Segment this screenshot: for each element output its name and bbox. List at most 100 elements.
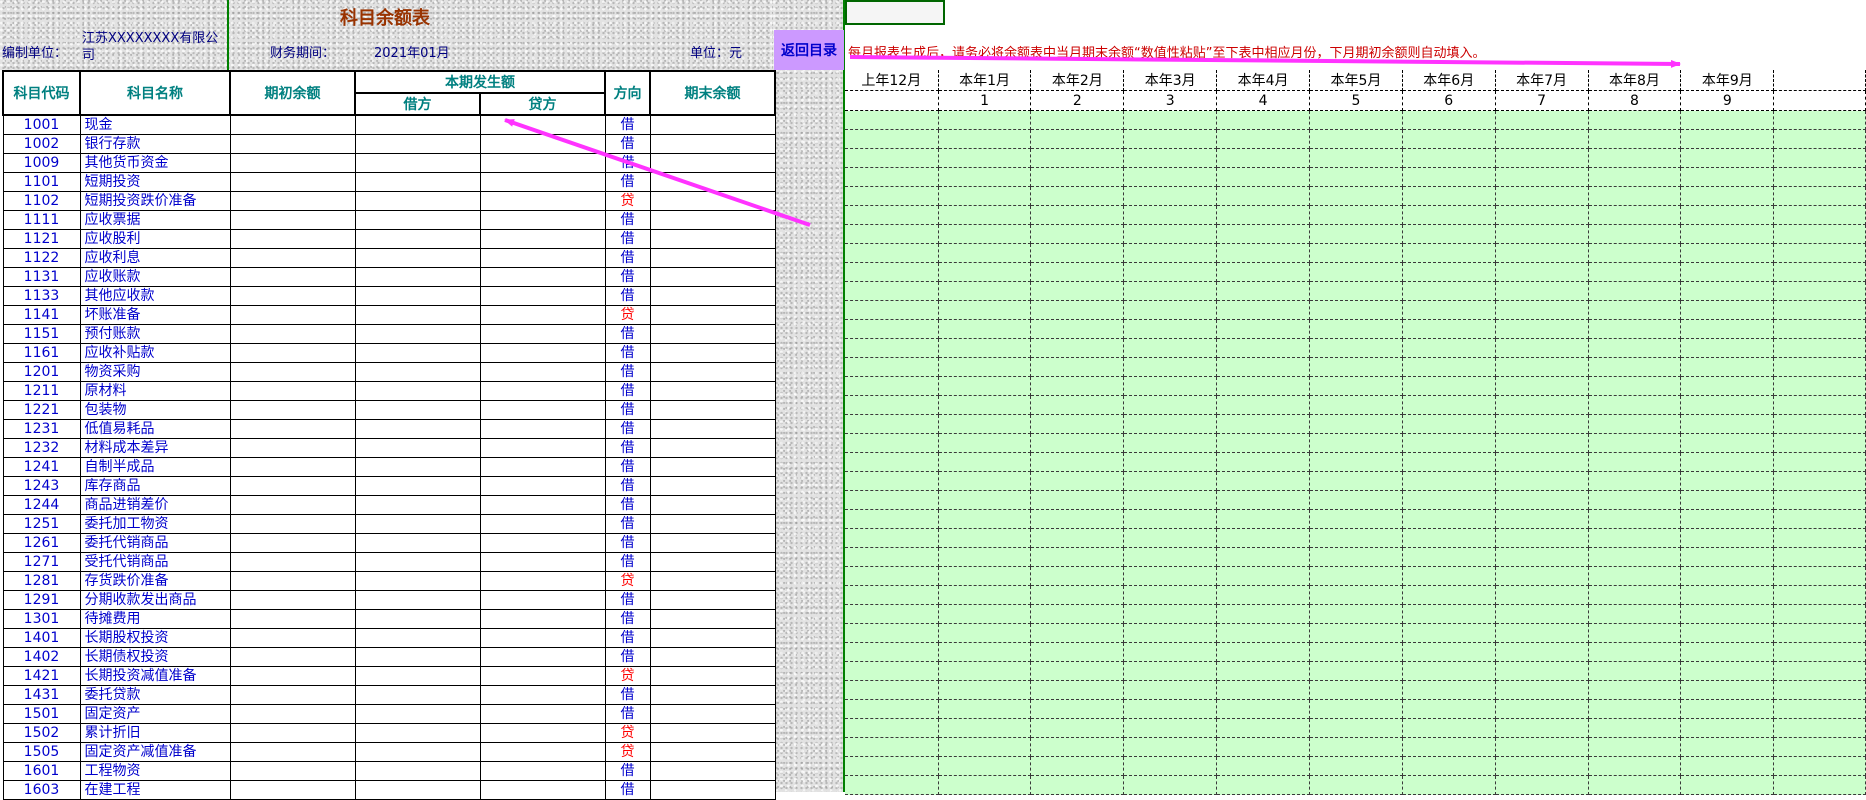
- debit-amount-cell[interactable]: [354, 685, 481, 705]
- month-balance-cell[interactable]: [1030, 300, 1125, 320]
- closing-balance-cell[interactable]: [649, 381, 776, 401]
- month-balance-cell[interactable]: [845, 604, 939, 624]
- opening-balance-cell[interactable]: [229, 514, 356, 534]
- month-balance-cell[interactable]: [1123, 680, 1218, 700]
- opening-balance-cell[interactable]: [229, 324, 356, 344]
- month-balance-cell[interactable]: [1680, 262, 1775, 282]
- month-balance-cell[interactable]: [1216, 737, 1310, 757]
- month-balance-cell[interactable]: [1495, 642, 1589, 662]
- month-balance-cell[interactable]: [1680, 699, 1775, 719]
- month-balance-cell[interactable]: [1402, 376, 1496, 396]
- month-balance-cell[interactable]: [1495, 395, 1589, 415]
- credit-amount-cell[interactable]: [479, 191, 606, 211]
- month-balance-cell[interactable]: [1495, 243, 1589, 263]
- debit-amount-cell[interactable]: [354, 210, 481, 230]
- month-balance-cell[interactable]: [1773, 395, 1866, 415]
- month-balance-cell[interactable]: [1402, 547, 1496, 567]
- month-balance-cell[interactable]: [845, 699, 939, 719]
- month-balance-cell[interactable]: [1495, 110, 1589, 130]
- month-balance-cell[interactable]: [938, 566, 1032, 586]
- closing-balance-cell[interactable]: [649, 267, 776, 287]
- month-balance-cell[interactable]: [1495, 756, 1589, 776]
- month-balance-cell[interactable]: [1030, 509, 1125, 529]
- month-balance-cell[interactable]: [1216, 414, 1310, 434]
- debit-amount-cell[interactable]: [354, 419, 481, 439]
- month-balance-cell[interactable]: [845, 661, 939, 681]
- month-balance-cell[interactable]: [1588, 224, 1682, 244]
- credit-amount-cell[interactable]: [479, 704, 606, 724]
- return-to-index-button[interactable]: 返回目录: [774, 30, 844, 70]
- month-balance-cell[interactable]: [1402, 110, 1496, 130]
- month-balance-cell[interactable]: [845, 110, 939, 130]
- debit-amount-cell[interactable]: [354, 723, 481, 743]
- month-balance-cell[interactable]: [1495, 566, 1589, 586]
- month-balance-cell[interactable]: [1773, 186, 1866, 206]
- opening-balance-cell[interactable]: [229, 362, 356, 382]
- month-balance-cell[interactable]: [938, 357, 1032, 377]
- month-balance-cell[interactable]: [1402, 433, 1496, 453]
- month-balance-cell[interactable]: [1495, 547, 1589, 567]
- opening-balance-cell[interactable]: [229, 343, 356, 363]
- debit-amount-cell[interactable]: [354, 476, 481, 496]
- month-balance-cell[interactable]: [845, 319, 939, 339]
- month-balance-cell[interactable]: [1216, 528, 1310, 548]
- debit-amount-cell[interactable]: [354, 704, 481, 724]
- month-balance-cell[interactable]: [845, 338, 939, 358]
- month-balance-cell[interactable]: [1402, 129, 1496, 149]
- closing-balance-cell[interactable]: [649, 438, 776, 458]
- opening-balance-cell[interactable]: [229, 533, 356, 553]
- month-balance-cell[interactable]: [1680, 433, 1775, 453]
- debit-amount-cell[interactable]: [354, 571, 481, 591]
- month-balance-cell[interactable]: [938, 680, 1032, 700]
- month-balance-cell[interactable]: [1773, 718, 1866, 738]
- month-balance-cell[interactable]: [1309, 585, 1403, 605]
- month-balance-cell[interactable]: [1773, 224, 1866, 244]
- credit-amount-cell[interactable]: [479, 590, 606, 610]
- closing-balance-cell[interactable]: [649, 666, 776, 686]
- closing-balance-cell[interactable]: [649, 324, 776, 344]
- debit-amount-cell[interactable]: [354, 514, 481, 534]
- credit-amount-cell[interactable]: [479, 742, 606, 762]
- opening-balance-cell[interactable]: [229, 590, 356, 610]
- month-balance-cell[interactable]: [845, 395, 939, 415]
- month-balance-cell[interactable]: [1495, 433, 1589, 453]
- month-balance-cell[interactable]: [1030, 471, 1125, 491]
- month-balance-cell[interactable]: [1309, 110, 1403, 130]
- month-balance-cell[interactable]: [938, 490, 1032, 510]
- month-balance-cell[interactable]: [1773, 205, 1866, 225]
- month-balance-cell[interactable]: [1309, 433, 1403, 453]
- month-balance-cell[interactable]: [1309, 547, 1403, 567]
- closing-balance-cell[interactable]: [649, 153, 776, 173]
- credit-amount-cell[interactable]: [479, 438, 606, 458]
- month-balance-cell[interactable]: [1309, 148, 1403, 168]
- opening-balance-cell[interactable]: [229, 229, 356, 249]
- month-balance-cell[interactable]: [1773, 414, 1866, 434]
- month-balance-cell[interactable]: [1402, 699, 1496, 719]
- month-balance-cell[interactable]: [1680, 300, 1775, 320]
- month-balance-cell[interactable]: [1773, 110, 1866, 130]
- month-balance-cell[interactable]: [1773, 148, 1866, 168]
- debit-amount-cell[interactable]: [354, 324, 481, 344]
- debit-amount-cell[interactable]: [354, 267, 481, 287]
- month-balance-cell[interactable]: [1588, 566, 1682, 586]
- month-balance-cell[interactable]: [1216, 490, 1310, 510]
- month-balance-cell[interactable]: [1030, 357, 1125, 377]
- closing-balance-cell[interactable]: [649, 742, 776, 762]
- month-balance-cell[interactable]: [1030, 528, 1125, 548]
- month-balance-cell[interactable]: [1216, 756, 1310, 776]
- opening-balance-cell[interactable]: [229, 438, 356, 458]
- month-balance-cell[interactable]: [1216, 471, 1310, 491]
- debit-amount-cell[interactable]: [354, 305, 481, 325]
- month-balance-cell[interactable]: [1773, 566, 1866, 586]
- month-balance-cell[interactable]: [938, 167, 1032, 187]
- opening-balance-cell[interactable]: [229, 305, 356, 325]
- month-balance-cell[interactable]: [1030, 205, 1125, 225]
- opening-balance-cell[interactable]: [229, 400, 356, 420]
- month-balance-cell[interactable]: [1773, 452, 1866, 472]
- month-balance-cell[interactable]: [1680, 110, 1775, 130]
- month-balance-cell[interactable]: [1216, 129, 1310, 149]
- month-balance-cell[interactable]: [845, 414, 939, 434]
- month-balance-cell[interactable]: [1030, 642, 1125, 662]
- closing-balance-cell[interactable]: [649, 172, 776, 192]
- month-balance-cell[interactable]: [1588, 414, 1682, 434]
